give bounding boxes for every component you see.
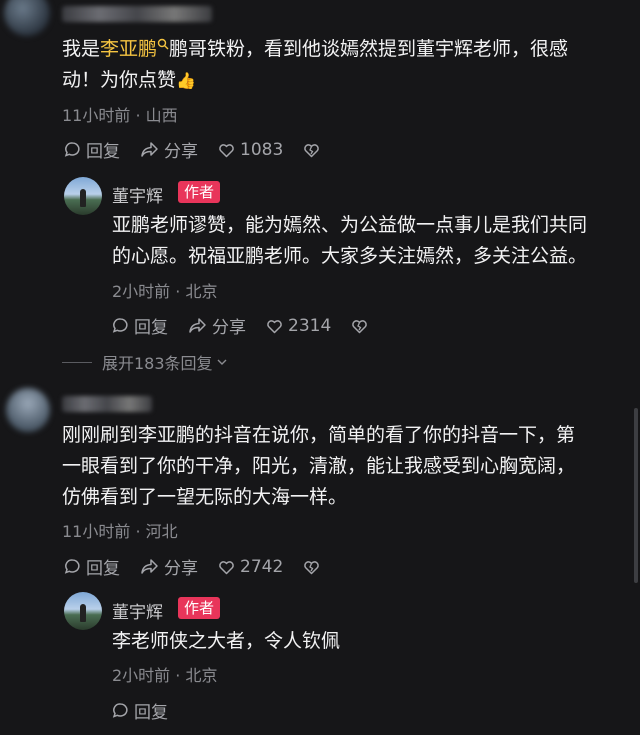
reply-icon xyxy=(112,703,128,718)
commenter-avatar[interactable] xyxy=(4,0,50,36)
commenter-avatar[interactable] xyxy=(6,388,50,432)
author-avatar[interactable] xyxy=(64,592,102,630)
author-badge: 作者 xyxy=(178,597,221,619)
like-button[interactable]: 1083 xyxy=(218,140,283,160)
reply-author-name[interactable]: 董宇辉 xyxy=(112,598,163,623)
heart-icon xyxy=(219,143,234,157)
reply-meta: 2小时前 · 北京 xyxy=(112,282,218,301)
reply-author-name[interactable]: 董宇辉 xyxy=(112,182,163,207)
reply-button[interactable]: 回复 xyxy=(112,313,168,338)
broken-heart-icon xyxy=(304,560,320,574)
commenter-name[interactable] xyxy=(62,396,152,412)
search-highlight-link[interactable]: 李亚鹏 xyxy=(100,38,169,60)
comment-meta: 11小时前 · 河北 xyxy=(62,522,178,541)
commenter-name[interactable] xyxy=(62,6,212,22)
reply-icon xyxy=(64,142,80,157)
like-button[interactable]: 2742 xyxy=(218,557,283,577)
expand-replies-button[interactable]: 展开183条回复 xyxy=(62,350,228,374)
share-button[interactable]: 分享 xyxy=(188,313,246,338)
reply-text: 李老师侠之大者，令人钦佩 xyxy=(112,630,341,652)
comment-text: 我是李亚鹏 鹏哥铁粉，看到他谈嫣然提到董宇辉老师，很感 动！为你点赞👍 xyxy=(62,38,569,91)
reply-button[interactable]: 回复 xyxy=(64,554,120,579)
reply-text: 亚鹏老师谬赞，能为嫣然、为公益做一点事儿是我们共同 的心愿。祝福亚鹏老师。大家多… xyxy=(112,214,588,267)
share-button[interactable]: 分享 xyxy=(140,554,198,579)
search-icon xyxy=(157,38,169,50)
thumbs-up-emoji: 👍 xyxy=(176,71,196,90)
heart-icon xyxy=(219,560,234,574)
broken-heart-icon xyxy=(352,319,368,333)
reply-actions: 回复 xyxy=(112,698,188,723)
author-badge: 作者 xyxy=(178,181,221,203)
share-button[interactable]: 分享 xyxy=(140,137,198,162)
reply-actions: 回复 分享 2314 xyxy=(112,313,393,338)
comment-actions: 回复 分享 2742 xyxy=(64,554,345,579)
author-avatar[interactable] xyxy=(64,177,102,215)
heart-icon xyxy=(267,319,282,333)
share-icon xyxy=(141,559,158,574)
dislike-button[interactable] xyxy=(303,142,325,158)
share-icon xyxy=(189,318,206,333)
like-button[interactable]: 2314 xyxy=(266,316,331,336)
chevron-down-icon xyxy=(217,359,227,365)
dislike-button[interactable] xyxy=(303,559,325,575)
divider xyxy=(62,361,92,363)
comment-meta: 11小时前 · 山西 xyxy=(62,106,178,125)
broken-heart-icon xyxy=(304,143,320,157)
scrollbar[interactable] xyxy=(634,408,638,583)
share-icon xyxy=(141,142,158,157)
reply-button[interactable]: 回复 xyxy=(64,137,120,162)
reply-icon xyxy=(112,318,128,333)
reply-button[interactable]: 回复 xyxy=(112,698,168,723)
reply-icon xyxy=(64,559,80,574)
comment-text: 刚刚刷到李亚鹏的抖音在说你，简单的看了你的抖音一下，第 一眼看到了你的干净，阳光… xyxy=(62,424,576,508)
dislike-button[interactable] xyxy=(351,318,373,334)
reply-meta: 2小时前 · 北京 xyxy=(112,666,218,685)
comment-actions: 回复 分享 1083 xyxy=(64,137,345,162)
